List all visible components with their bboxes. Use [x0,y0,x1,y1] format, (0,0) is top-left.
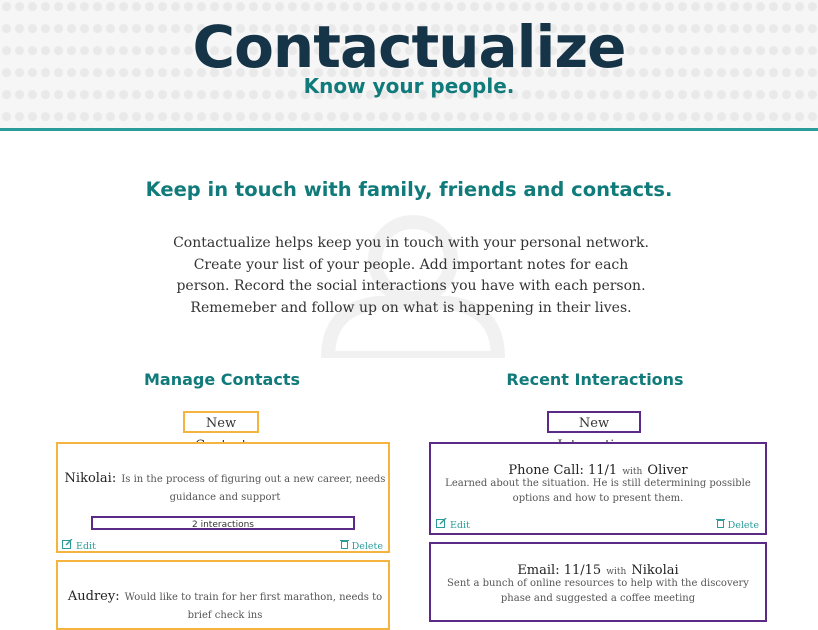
contact-card: Nikolai: Is in the process of figuring o… [56,442,390,553]
trash-icon [339,540,349,549]
contact-name: Nikolai: [64,471,117,486]
edit-icon [436,517,447,528]
interactions-count-button[interactable]: 2 interactions [91,516,355,530]
site-header: Contactualize Know your people. [0,0,818,131]
interaction-description: Learned about the situation. He is still… [445,478,751,504]
edit-label: Edit [76,541,96,552]
brand-title: Contactualize [192,13,627,81]
trash-icon [715,519,725,528]
contact-name: Audrey: [67,589,120,604]
contact-note: Is in the process of figuring out a new … [121,474,386,503]
brand-tagline: Know your people. [303,74,515,98]
delete-contact-link[interactable]: Delete [339,539,383,552]
delete-interaction-link[interactable]: Delete [715,518,759,531]
contact-card: Audrey: Would like to train for her firs… [56,560,390,630]
delete-label: Delete [727,520,759,531]
new-contact-button[interactable]: New Contact [183,411,259,453]
edit-contact-link[interactable]: Edit [62,538,96,552]
edit-icon [62,538,73,549]
edit-label: Edit [450,520,470,531]
contact-summary: Nikolai: Is in the process of figuring o… [64,469,386,505]
interaction-description: Sent a bunch of online resources to help… [447,578,749,604]
edit-interaction-link[interactable]: Edit [436,517,470,531]
contact-summary: Audrey: Would like to train for her firs… [64,587,386,623]
delete-label: Delete [351,541,383,552]
intro-paragraph: Contactualize helps keep you in touch wi… [173,235,649,316]
manage-contacts-heading: Manage Contacts [143,370,300,389]
interaction-card: Phone Call: 11/1 with Oliver Learned abo… [429,442,767,535]
recent-interactions-heading: Recent Interactions [506,370,684,389]
intro-headline: Keep in touch with family, friends and c… [145,178,673,201]
interaction-card: Email: 11/15 with Nikolai Sent a bunch o… [429,542,767,622]
new-interaction-button[interactable]: New Interaction [547,411,641,453]
contact-note: Would like to train for her first marath… [124,592,383,621]
